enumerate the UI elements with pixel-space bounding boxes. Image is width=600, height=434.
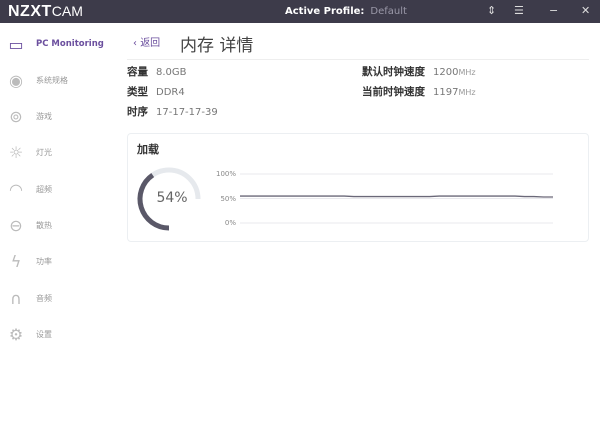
nzxt-cam-logo: NZXTCAM — [8, 3, 83, 21]
spec-key: 类型 — [127, 86, 148, 98]
sidebar-item-0[interactable]: ▭ PC Monitoring — [6, 32, 116, 56]
active-profile-selector[interactable]: Active Profile: Default — [285, 6, 407, 17]
spec-key: 当前时钟速度 — [362, 86, 425, 98]
monitor-icon: ▭ — [8, 34, 24, 54]
sidebar-item-label: 散热 — [36, 221, 52, 230]
sidebar-item-label: 功率 — [36, 257, 52, 267]
sidebar-item-2[interactable]: ⊚ 游戏 — [6, 105, 116, 129]
minimize-icon[interactable]: − — [549, 4, 558, 17]
load-chart — [240, 173, 553, 224]
close-icon[interactable]: ✕ — [581, 4, 590, 17]
power-icon: ϟ — [10, 252, 22, 272]
profile-value: Default — [370, 6, 407, 17]
spec-value: 1197 — [433, 87, 459, 98]
menu-icon[interactable]: ☰ — [514, 4, 524, 17]
sidebar-item-5[interactable]: ⊖ 散热 — [6, 214, 116, 238]
sidebar-item-label: 系统规格 — [36, 75, 68, 85]
sidebar-item-8[interactable]: ⚙ 设置 — [6, 322, 116, 346]
cooling-icon: ⊖ — [9, 216, 23, 235]
sidebar-item-6[interactable]: ϟ 功率 — [6, 250, 116, 274]
spec-value: DDR4 — [156, 87, 185, 98]
spec-unit: MHz — [458, 88, 476, 97]
y-tick-0: 0% — [224, 219, 236, 227]
sidebar-item-label: 灯光 — [36, 148, 52, 158]
gamepad-icon: ⊚ — [9, 107, 23, 127]
back-button[interactable]: ‹ 返回 — [133, 34, 160, 49]
gauge-icon: ◠ — [9, 179, 23, 199]
sidebar-item-label: 超频 — [36, 184, 52, 194]
gear-icon: ⚙ — [8, 324, 24, 344]
spec-type: 类型 DDR4 — [127, 84, 185, 99]
back-label: 返回 — [140, 38, 161, 49]
logo-text: NZXT — [8, 3, 52, 20]
sidebar-item-label: PC Monitoring — [36, 39, 104, 49]
sidebar-item-label: 设置 — [36, 329, 52, 339]
y-tick-50: 50% — [220, 195, 236, 203]
sidebar-item-label: 音频 — [36, 293, 52, 303]
page-title: 内存 详情 — [180, 36, 254, 56]
headset-icon: ∩ — [10, 288, 22, 308]
light-icon: ☼ — [8, 143, 24, 163]
spec-timing: 时序 17-17-17-39 — [127, 104, 218, 119]
eye-icon: ◉ — [9, 70, 23, 90]
sidebar-item-label: 游戏 — [36, 112, 52, 122]
spec-capacity: 容量 8.0GB — [127, 64, 187, 79]
sidebar-item-4[interactable]: ◠ 超频 — [6, 177, 116, 201]
sort-arrows-icon[interactable]: ⇕ — [487, 4, 496, 17]
spec-value: 1200 — [433, 67, 459, 78]
spec-value: 17-17-17-39 — [156, 107, 218, 118]
y-tick-100: 100% — [215, 170, 236, 178]
spec-value: 8.0GB — [156, 67, 187, 78]
load-value: 54% — [156, 190, 188, 206]
spec-key: 默认时钟速度 — [362, 66, 425, 78]
spec-unit: MHz — [458, 68, 476, 77]
sidebar-item-1[interactable]: ◉ 系统规格 — [6, 68, 116, 92]
spec-key: 容量 — [127, 66, 148, 78]
divider — [127, 59, 589, 60]
sidebar-item-3[interactable]: ☼ 灯光 — [6, 141, 116, 165]
load-title: 加载 — [137, 143, 159, 156]
load-series-line — [240, 195, 553, 198]
spec-current-clock: 当前时钟速度 1197 MHz — [362, 84, 476, 99]
sidebar-item-7[interactable]: ∩ 音频 — [6, 286, 116, 310]
title-bar: NZXTCAM Active Profile: Default ⇕ ☰ − ✕ — [0, 0, 600, 23]
logo-suffix: CAM — [51, 3, 83, 19]
spec-key: 时序 — [127, 106, 148, 118]
spec-default-clock: 默认时钟速度 1200 MHz — [362, 64, 476, 79]
profile-label: Active Profile: — [285, 6, 365, 17]
